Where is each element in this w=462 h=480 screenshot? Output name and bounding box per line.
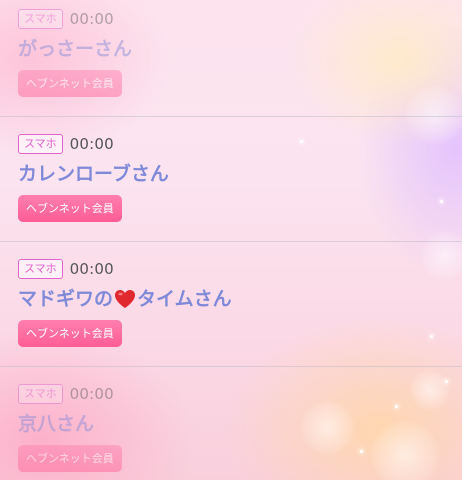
visit-time: 00:00 xyxy=(69,260,114,278)
visitor-list: スマホ 00:00 がっさーさん ヘブンネット会員 スマホ 00:00 カレンロ… xyxy=(0,0,462,480)
item-divider xyxy=(0,241,462,242)
list-item[interactable]: スマホ 00:00 京八さん ヘブンネット会員 xyxy=(0,374,462,480)
member-type-tag: ヘブンネット会員 xyxy=(18,445,122,472)
item-meta: スマホ 00:00 xyxy=(18,9,114,29)
item-divider xyxy=(0,366,462,367)
member-type-tag: ヘブンネット会員 xyxy=(18,70,122,97)
member-type-tag: ヘブンネット会員 xyxy=(18,195,122,222)
list-item[interactable]: スマホ 00:00 マドギワの タイムさん ヘブンネット会員 xyxy=(0,249,462,373)
list-item[interactable]: スマホ 00:00 カレンローブさん ヘブンネット会員 xyxy=(0,124,462,248)
device-badge: スマホ xyxy=(18,259,63,279)
item-divider xyxy=(0,116,462,117)
device-badge: スマホ xyxy=(18,384,63,404)
member-name[interactable]: 京八さん xyxy=(18,411,94,437)
member-name-part: マドギワの xyxy=(18,288,114,310)
visit-time: 00:00 xyxy=(69,135,114,153)
item-meta: スマホ 00:00 xyxy=(18,134,114,154)
red-heart-icon xyxy=(114,289,136,309)
visit-time: 00:00 xyxy=(69,10,114,28)
member-name[interactable]: カレンローブさん xyxy=(18,161,169,187)
visit-time: 00:00 xyxy=(69,385,114,403)
member-name[interactable]: がっさーさん xyxy=(18,36,132,62)
device-badge: スマホ xyxy=(18,9,63,29)
list-item[interactable]: スマホ 00:00 がっさーさん ヘブンネット会員 xyxy=(0,0,462,124)
member-name[interactable]: マドギワの タイムさん xyxy=(18,286,232,312)
item-meta: スマホ 00:00 xyxy=(18,259,114,279)
item-meta: スマホ 00:00 xyxy=(18,384,114,404)
member-type-tag: ヘブンネット会員 xyxy=(18,320,122,347)
member-name-part: タイムさん xyxy=(137,288,232,310)
device-badge: スマホ xyxy=(18,134,63,154)
